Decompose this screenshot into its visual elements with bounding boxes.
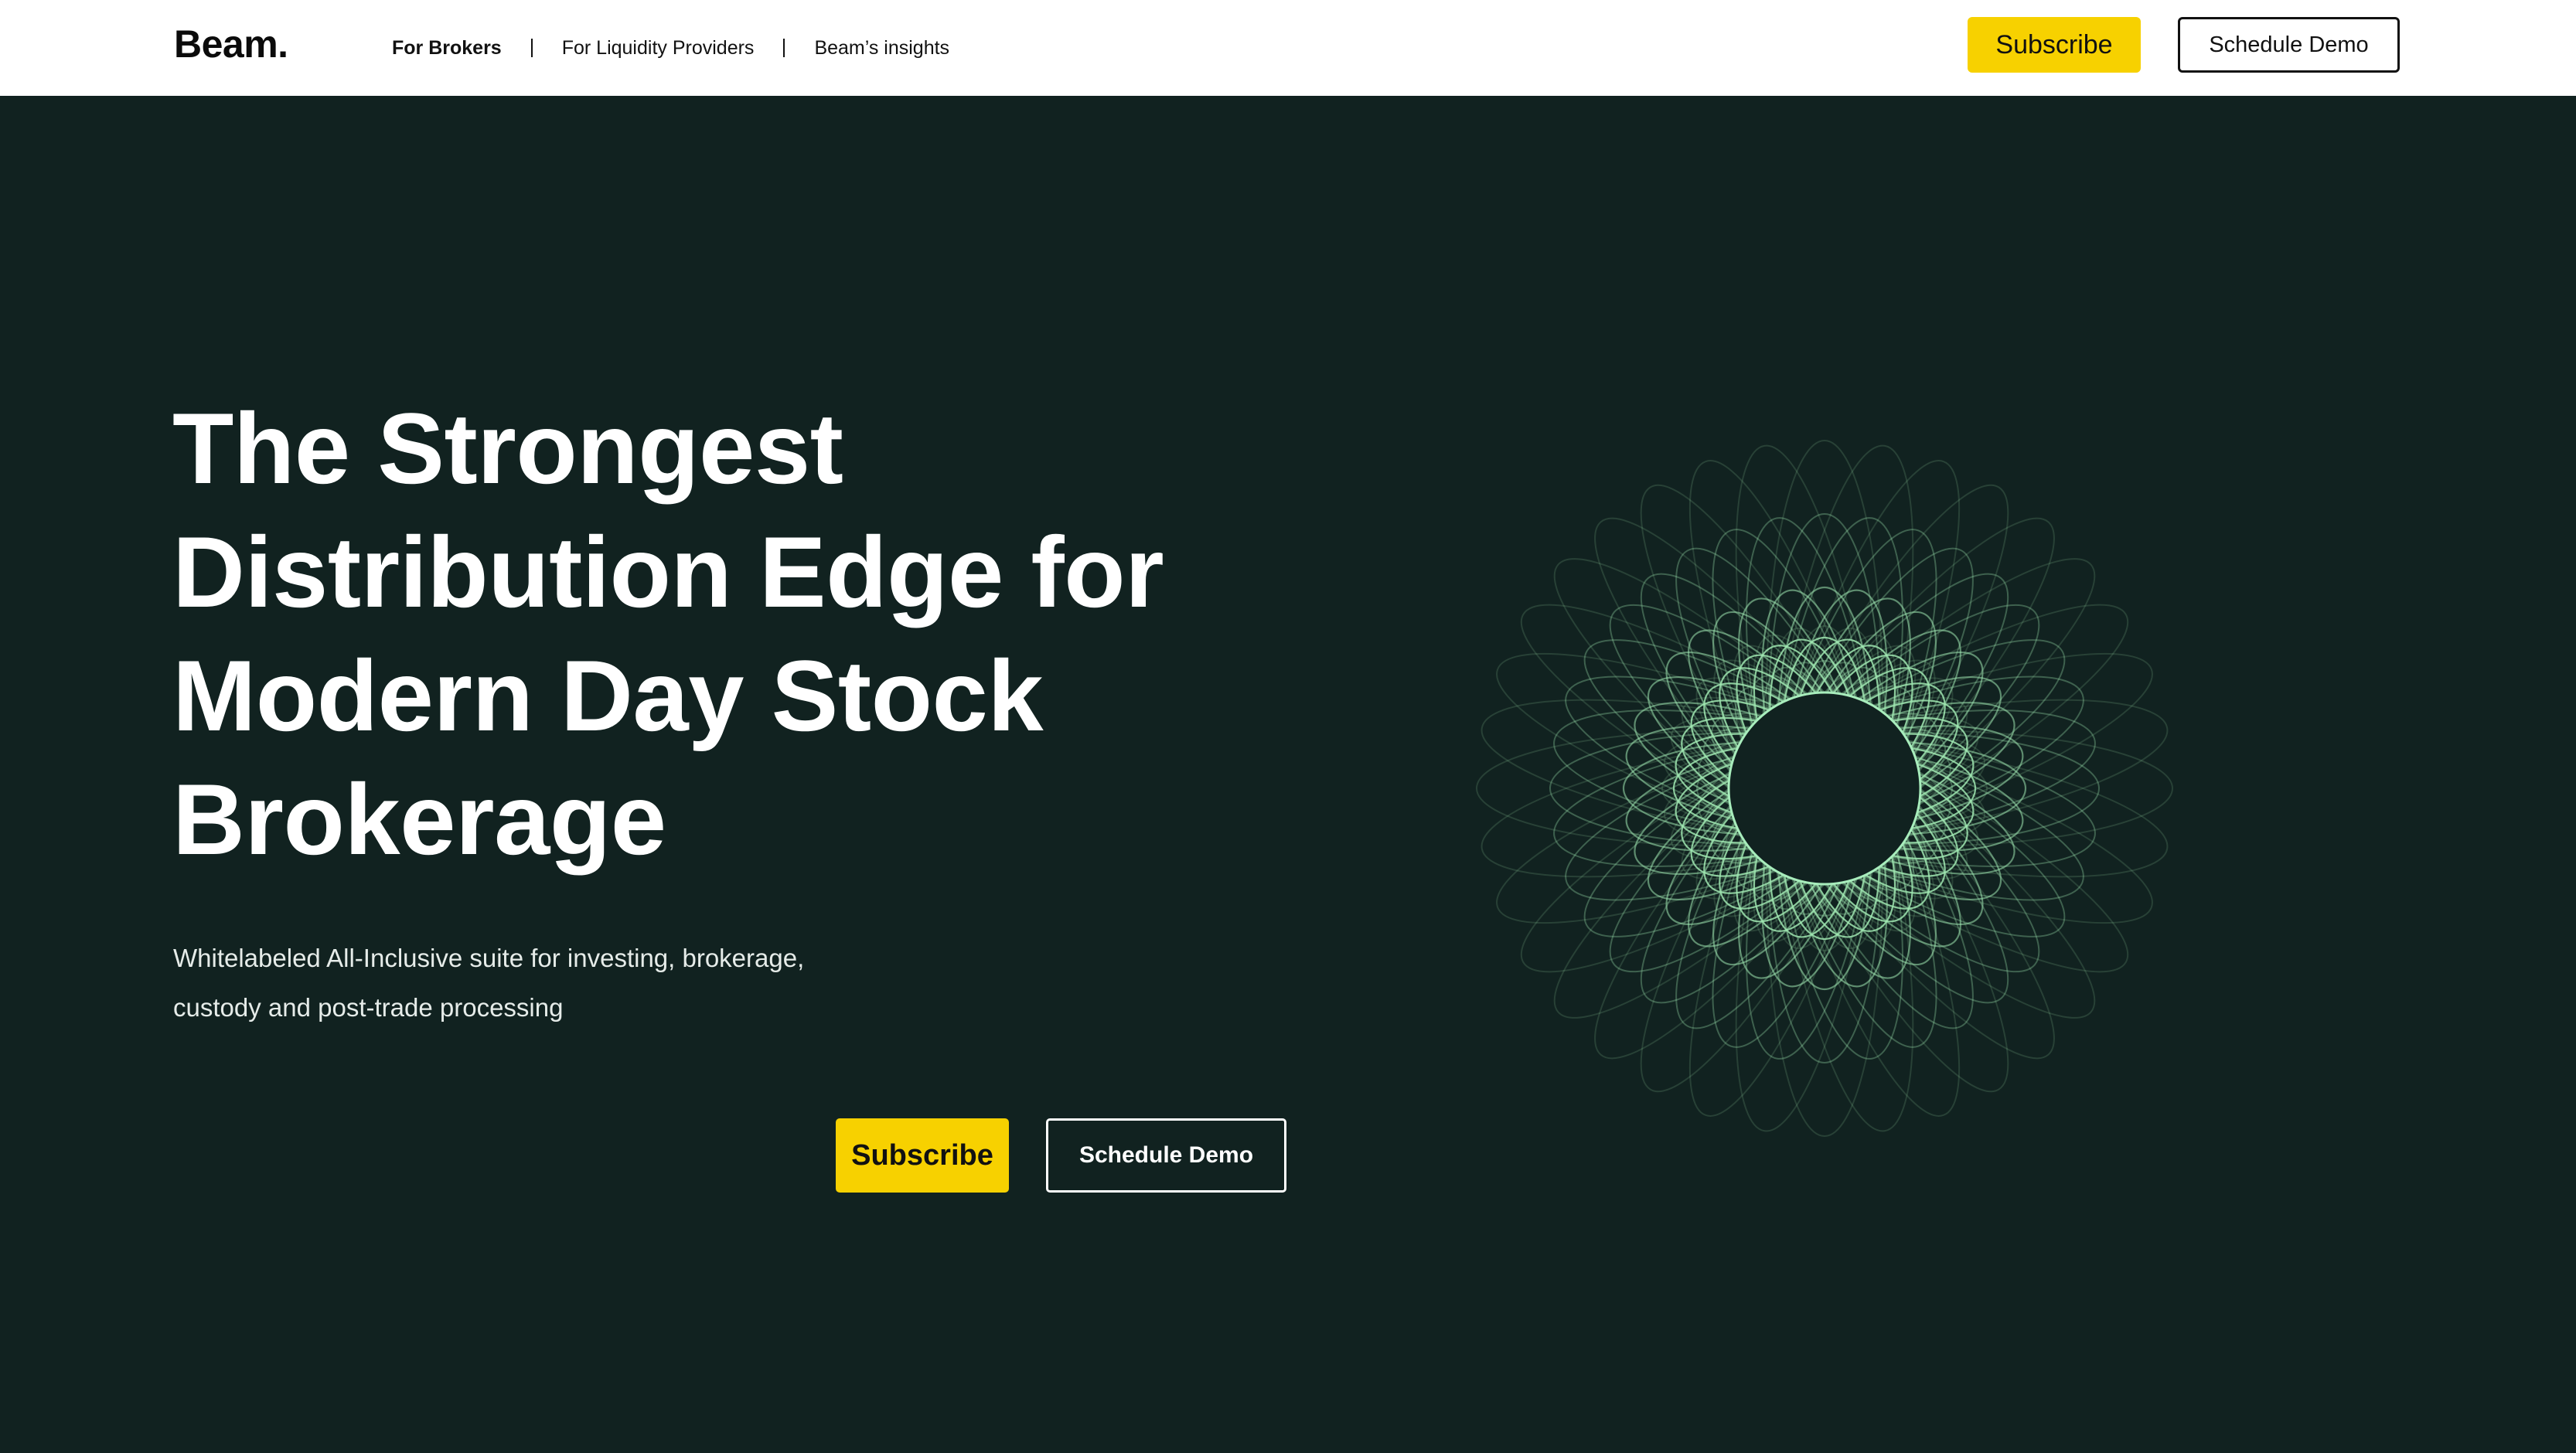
nav-divider [783, 39, 785, 57]
flower-center-ring [1727, 691, 1922, 886]
page: Beam. For Brokers For Liquidity Provider… [0, 0, 2576, 1453]
hero-subtitle-line: custody and post-trade processing [173, 993, 564, 1022]
hero-title: The Strongest Distribution Edge for Mode… [172, 386, 1332, 881]
nav-divider [530, 39, 533, 57]
nav-link-beams-insights[interactable]: Beam’s insights [814, 37, 949, 60]
spirograph-flower-graphic [1476, 440, 2173, 1137]
nav-subscribe-button[interactable]: Subscribe [1968, 17, 2141, 73]
beam-logo[interactable]: Beam. [174, 19, 288, 70]
hero-title-line: The Strongest [172, 392, 843, 505]
hero-title-line: Brokerage [172, 763, 666, 876]
top-nav-bar: Beam. For Brokers For Liquidity Provider… [0, 0, 2576, 96]
nav-links: For Brokers For Liquidity Providers Beam… [392, 31, 949, 65]
hero-schedule-demo-button[interactable]: Schedule Demo [1046, 1118, 1286, 1193]
nav-link-for-liquidity-providers[interactable]: For Liquidity Providers [562, 37, 755, 60]
nav-link-for-brokers[interactable]: For Brokers [392, 37, 502, 60]
hero-title-line: Modern Day Stock [172, 639, 1044, 752]
hero-title-line: Distribution Edge for [172, 516, 1164, 628]
hero-subtitle: Whitelabeled All-Inclusive suite for inv… [173, 934, 869, 1033]
nav-schedule-demo-button[interactable]: Schedule Demo [2178, 17, 2400, 73]
hero-subscribe-button[interactable]: Subscribe [836, 1118, 1009, 1193]
hero-subtitle-line: Whitelabeled All-Inclusive suite for inv… [173, 944, 805, 972]
